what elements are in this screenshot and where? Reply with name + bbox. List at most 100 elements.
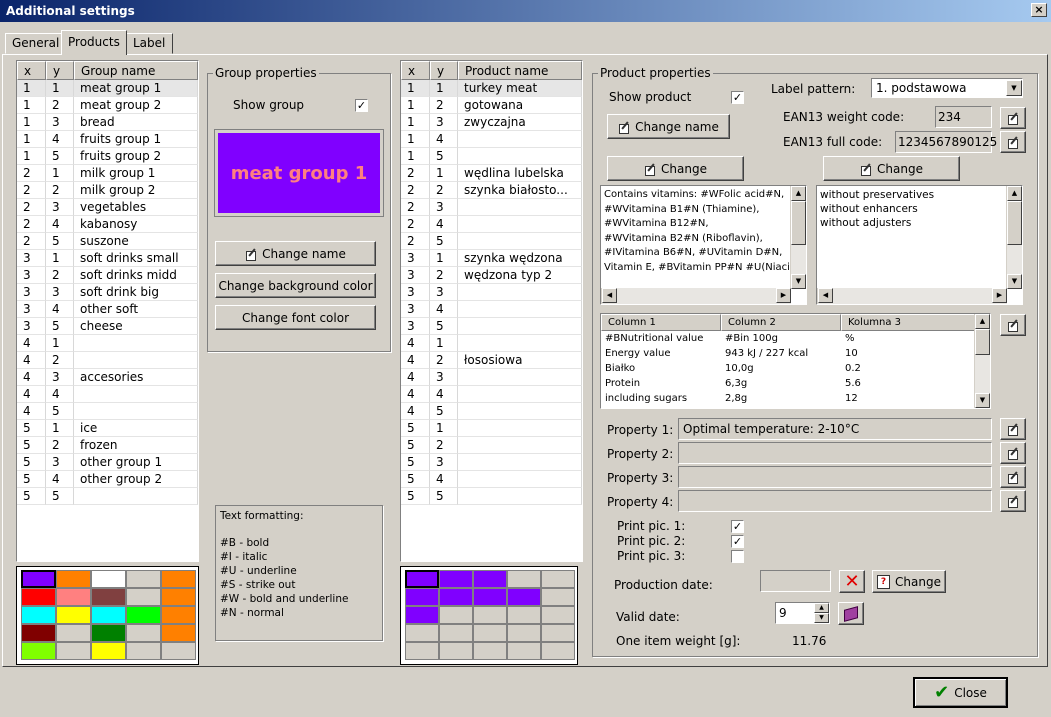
table-row[interactable]: 5 4 other group 2 [17,471,198,488]
color-cell[interactable] [439,570,473,588]
color-cell[interactable] [507,588,541,606]
color-cell[interactable] [507,606,541,624]
color-cell[interactable] [405,606,439,624]
color-cell[interactable] [405,588,439,606]
table-row[interactable]: Białko 10,0g 0.2 [601,361,990,376]
column-header[interactable]: y [430,61,458,80]
color-cell[interactable] [56,624,91,642]
close-button[interactable]: ✔ Close [913,677,1008,708]
color-cell[interactable] [21,642,56,660]
column-header[interactable]: x [401,61,430,80]
scroll-left-icon[interactable]: ◀ [818,288,833,303]
products-grid[interactable]: x y Product name 1 1 turkey meat 1 2 gotowana 1 3 z… [400,60,583,562]
color-cell[interactable] [507,642,541,660]
show-product-checkbox[interactable]: ✓ [731,91,744,104]
edit-ean-full-button[interactable] [1000,131,1026,153]
color-cell[interactable] [126,570,161,588]
table-row[interactable]: 3 2 wędzona typ 2 [401,267,582,284]
table-row[interactable]: 3 1 soft drinks small [17,250,198,267]
print-pic-checkbox[interactable] [731,550,744,563]
table-row[interactable]: 54 [401,471,582,488]
show-group-checkbox[interactable]: ✓ [355,99,368,112]
additives-vscroll[interactable]: ▲ ▼ [1006,186,1022,289]
color-cell[interactable] [161,606,196,624]
table-row[interactable]: 3 3 soft drink big [17,284,198,301]
column-header[interactable]: Column 1 [601,314,721,331]
table-row[interactable]: 52 [401,437,582,454]
product-color-palette[interactable] [400,566,578,665]
table-row[interactable]: 44 [17,386,198,403]
table-row[interactable]: 55 [401,488,582,505]
table-row[interactable]: 1 1 meat group 1 [17,80,198,97]
color-cell[interactable] [21,588,56,606]
clear-date-button[interactable]: ✕ [839,570,865,593]
print-pic-checkbox[interactable]: ✓ [731,535,744,548]
color-cell[interactable] [126,624,161,642]
print-pic-checkbox[interactable]: ✓ [731,520,744,533]
ean-weight-field[interactable]: 234 [935,106,992,128]
additives-textarea[interactable]: without preservatives without enhancers wi… [816,185,1023,305]
color-cell[interactable] [439,588,473,606]
property-field[interactable] [678,466,992,488]
table-row[interactable]: 15 [401,148,582,165]
color-cell[interactable] [473,570,507,588]
color-cell[interactable] [541,642,575,660]
production-date-field[interactable] [760,570,831,592]
edit-property-button[interactable] [1000,418,1026,440]
book-button[interactable] [838,602,864,625]
color-cell[interactable] [541,588,575,606]
table-row[interactable]: 1 5 fruits group 2 [17,148,198,165]
nutrition-vscroll[interactable]: ▲ ▼ [974,314,990,408]
table-row[interactable]: 45 [17,403,198,420]
table-row[interactable]: 41 [401,335,582,352]
table-row[interactable]: 2 2 szynka białosto... [401,182,582,199]
table-row[interactable]: 35 [401,318,582,335]
group-change-name-button[interactable]: Change name [215,241,376,266]
scroll-left-icon[interactable]: ◀ [602,288,617,303]
color-cell[interactable] [439,606,473,624]
table-row[interactable]: 2 1 wędlina lubelska [401,165,582,182]
table-row[interactable]: #BNutritional value #Bin 100g% [601,331,990,346]
stepper-down-icon[interactable]: ▼ [814,613,829,623]
window-close-button[interactable]: × [1031,3,1047,17]
change-additives-button[interactable]: Change [823,156,960,181]
table-row[interactable]: 4 3 accesories [17,369,198,386]
table-row[interactable]: 44 [401,386,582,403]
edit-property-button[interactable] [1000,442,1026,464]
product-change-name-button[interactable]: Change name [607,114,730,139]
table-row[interactable]: Protein 6,3g 5.6 [601,376,990,391]
color-cell[interactable] [541,624,575,642]
color-cell[interactable] [541,606,575,624]
color-cell[interactable] [473,588,507,606]
scroll-down-icon[interactable]: ▼ [1007,274,1022,289]
table-row[interactable]: 55 [17,488,198,505]
table-row[interactable]: Energy value 943 kJ / 227 kcal 10 [601,346,990,361]
stepper-up-icon[interactable]: ▲ [814,603,829,613]
table-row[interactable]: 24 [401,216,582,233]
table-row[interactable]: 14 [401,131,582,148]
color-cell[interactable] [439,642,473,660]
edit-nutrition-button[interactable] [1000,314,1026,336]
scroll-up-icon[interactable]: ▲ [791,186,806,201]
color-cell[interactable] [439,624,473,642]
color-cell[interactable] [21,606,56,624]
scroll-thumb[interactable] [1007,201,1022,245]
property-field[interactable] [678,442,992,464]
scroll-right-icon[interactable]: ▶ [992,288,1007,303]
color-cell[interactable] [21,570,56,588]
color-cell[interactable] [473,624,507,642]
nutrition-table[interactable]: Column 1 Column 2 Kolumna 3 #BNutritional v… [600,313,991,409]
table-row[interactable]: 1 2 gotowana [401,97,582,114]
table-row[interactable]: 3 1 szynka wędzona [401,250,582,267]
color-cell[interactable] [473,642,507,660]
groups-grid[interactable]: x y Group name 1 1 meat group 1 1 2 meat group 2… [16,60,199,562]
color-cell[interactable] [91,606,126,624]
table-row[interactable]: 1 2 meat group 2 [17,97,198,114]
scroll-right-icon[interactable]: ▶ [776,288,791,303]
color-cell[interactable] [405,642,439,660]
vitamins-textarea[interactable]: Contains vitamins: #WFolic acid#N, #WVita… [600,185,807,305]
table-row[interactable]: 3 5 cheese [17,318,198,335]
table-row[interactable]: 1 3 bread [17,114,198,131]
vitamins-hscroll[interactable]: ◀ ▶ [601,288,791,304]
property-field[interactable] [678,490,992,512]
